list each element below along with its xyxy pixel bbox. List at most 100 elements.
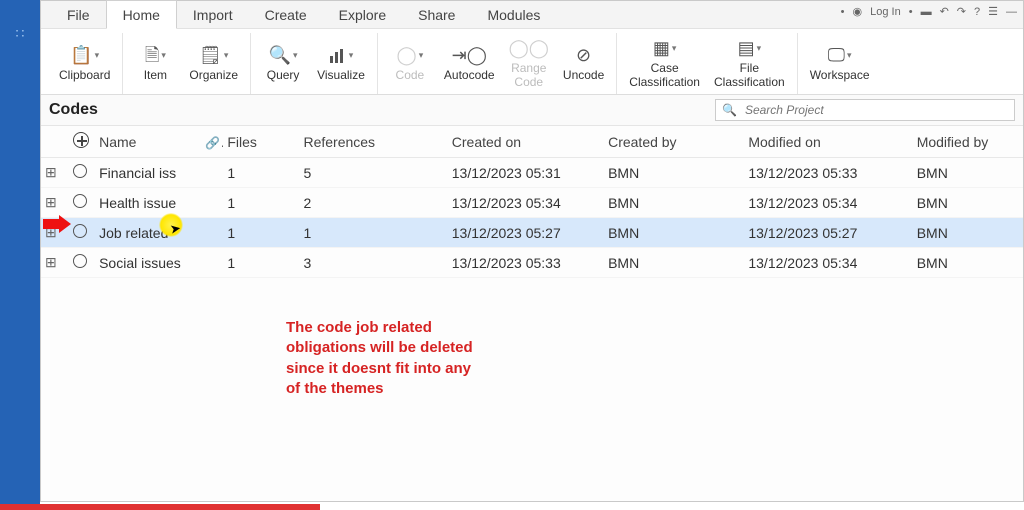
organize-icon: 🗒▾: [199, 45, 228, 67]
redo-icon[interactable]: ↷: [957, 5, 966, 18]
workspace-button[interactable]: 🖵▾ Workspace: [806, 43, 874, 84]
cell-created-on: 13/12/2023 05:31: [448, 158, 604, 188]
menu-modules[interactable]: Modules: [471, 1, 556, 28]
cell-refs: 2: [299, 188, 447, 218]
query-button[interactable]: 🔍▾ Query: [259, 43, 307, 84]
menu-file[interactable]: File: [51, 1, 106, 28]
file-icon: 🗎▾: [145, 45, 166, 67]
visualize-button[interactable]: ▾ Visualize: [313, 43, 369, 84]
fileclass-label1: File: [740, 62, 759, 75]
save-icon[interactable]: ▬: [921, 6, 932, 18]
min-icon[interactable]: —: [1006, 6, 1017, 18]
file-class-button[interactable]: ▤▾ File Classification: [710, 36, 789, 90]
settings-icon[interactable]: ☰: [988, 5, 998, 18]
menu-import[interactable]: Import: [177, 1, 249, 28]
progress-bar: [0, 504, 320, 510]
cell-name: Financial iss: [95, 158, 201, 188]
query-label: Query: [267, 69, 300, 82]
table-row[interactable]: ⊞ Job related 1 1 13/12/2023 05:27 BMN 1…: [41, 218, 1023, 248]
col-link: 🔗: [201, 126, 223, 158]
code-circle-icon: [73, 254, 87, 268]
menu-home[interactable]: Home: [106, 0, 177, 29]
red-arrow-annotation: [41, 215, 71, 233]
red-text-annotation: The code job related obligations will be…: [286, 318, 486, 399]
workspace-icon: 🖵▾: [828, 45, 852, 67]
autocode-icon: ⇥◯: [452, 45, 487, 67]
cell-files: 1: [223, 248, 299, 278]
cell-files: 1: [223, 188, 299, 218]
menu-explore[interactable]: Explore: [323, 1, 402, 28]
sep-icon: •: [909, 6, 913, 18]
panel-header: Codes 🔍: [41, 95, 1023, 126]
table-row[interactable]: ⊞ Social issues 1 3 13/12/2023 05:33 BMN…: [41, 248, 1023, 278]
search-input[interactable]: [743, 102, 1008, 118]
col-modified-by[interactable]: Modified by: [913, 126, 1023, 158]
expand-toggle[interactable]: ⊞: [41, 248, 69, 278]
range-icon: ◯◯: [509, 38, 549, 60]
cell-refs: 3: [299, 248, 447, 278]
uncode-button[interactable]: ⊘ Uncode: [559, 43, 608, 84]
cell-modified-on: 13/12/2023 05:27: [744, 218, 912, 248]
cell-name: Social issues: [95, 248, 201, 278]
fileclass-label2: Classification: [714, 76, 785, 89]
table-header-row: Name 🔗 Files References Created on Creat…: [41, 126, 1023, 158]
clipboard-label: Clipboard: [59, 69, 110, 82]
col-files[interactable]: Files: [223, 126, 299, 158]
cell-files: 1: [223, 218, 299, 248]
table-row[interactable]: ⊞ Health issue 1 2 13/12/2023 05:34 BMN …: [41, 188, 1023, 218]
uncode-label: Uncode: [563, 69, 604, 82]
col-created-on[interactable]: Created on: [448, 126, 604, 158]
rangecode-label2: Code: [514, 76, 543, 89]
rangecode-button: ◯◯ Range Code: [505, 36, 553, 90]
item-button[interactable]: 🗎▾ Item: [131, 43, 179, 84]
caseclass-label2: Classification: [629, 76, 700, 89]
code-button: ◯▾ Code: [386, 43, 434, 84]
cell-created-by: BMN: [604, 218, 744, 248]
autocode-button[interactable]: ⇥◯ Autocode: [440, 43, 499, 84]
plus-circle-icon: [73, 132, 89, 148]
cell-modified-on: 13/12/2023 05:34: [744, 188, 912, 218]
grip-icon: ∷: [16, 28, 25, 38]
cell-refs: 5: [299, 158, 447, 188]
col-modified-on[interactable]: Modified on: [744, 126, 912, 158]
cell-refs: 1: [299, 218, 447, 248]
clipboard-button[interactable]: 📋▾ Clipboard: [55, 43, 114, 84]
code-circle-icon: [73, 164, 87, 178]
expand-toggle[interactable]: ⊞: [41, 158, 69, 188]
app-sidebar-strip: ∷: [0, 0, 40, 510]
cell-modified-by: BMN: [913, 248, 1023, 278]
cell-created-on: 13/12/2023 05:27: [448, 218, 604, 248]
code-circle-icon: [73, 224, 87, 238]
col-name[interactable]: Name: [95, 126, 201, 158]
table-row[interactable]: ⊞ Financial iss 1 5 13/12/2023 05:31 BMN…: [41, 158, 1023, 188]
help-icon[interactable]: ?: [974, 6, 980, 18]
organize-button[interactable]: 🗒▾ Organize: [185, 43, 242, 84]
col-created-by[interactable]: Created by: [604, 126, 744, 158]
cell-created-by: BMN: [604, 248, 744, 278]
bullet-icon: •: [841, 6, 845, 18]
panel-title: Codes: [49, 101, 98, 119]
col-references[interactable]: References: [299, 126, 447, 158]
menu-create[interactable]: Create: [249, 1, 323, 28]
cell-created-on: 13/12/2023 05:33: [448, 248, 604, 278]
search-icon: 🔍▾: [269, 45, 298, 67]
uncode-icon: ⊘: [576, 45, 591, 67]
user-icon: ◉: [853, 5, 863, 18]
cell-created-on: 13/12/2023 05:34: [448, 188, 604, 218]
cell-modified-by: BMN: [913, 218, 1023, 248]
cell-files: 1: [223, 158, 299, 188]
ribbon: 📋▾ Clipboard 🗎▾ Item 🗒▾ Organize 🔍▾ Quer…: [41, 29, 1023, 95]
undo-icon[interactable]: ↶: [940, 5, 949, 18]
rangecode-label1: Range: [511, 62, 546, 75]
file-class-icon: ▤▾: [738, 38, 762, 60]
login-link[interactable]: Log In: [870, 6, 901, 18]
add-code-button[interactable]: [69, 126, 95, 158]
item-label: Item: [144, 69, 167, 82]
autocode-label: Autocode: [444, 69, 495, 82]
workspace-label: Workspace: [810, 69, 870, 82]
organize-label: Organize: [189, 69, 238, 82]
case-class-button[interactable]: ▦▾ Case Classification: [625, 36, 704, 90]
expand-toggle[interactable]: ⊞: [41, 188, 69, 218]
menu-share[interactable]: Share: [402, 1, 471, 28]
search-project[interactable]: 🔍: [715, 99, 1015, 121]
